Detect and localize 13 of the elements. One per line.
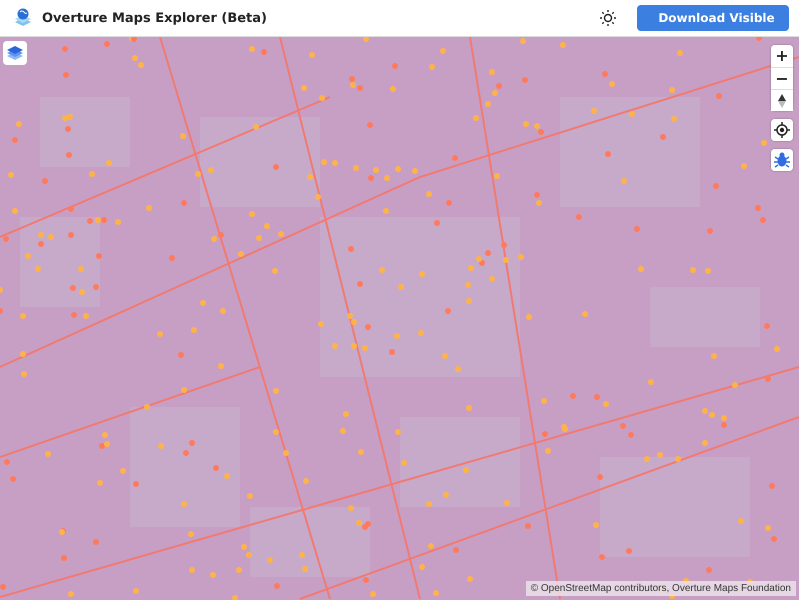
download-button[interactable]: Download Visible [637, 5, 789, 31]
compass-icon [778, 94, 786, 108]
crosshair-icon [774, 122, 790, 138]
sun-icon[interactable] [599, 9, 617, 27]
bug-button[interactable] [771, 149, 793, 171]
compass-button[interactable] [771, 89, 793, 111]
app-title: Overture Maps Explorer (Beta) [42, 10, 268, 26]
bug-icon [773, 151, 791, 169]
zoom-out-button[interactable]: − [771, 67, 793, 89]
zoom-in-button[interactable]: + [771, 45, 793, 67]
locate-button[interactable] [771, 119, 793, 141]
map-attribution: © OpenStreetMap contributors, Overture Maps Foundation [526, 581, 796, 596]
layers-button[interactable] [3, 41, 27, 65]
